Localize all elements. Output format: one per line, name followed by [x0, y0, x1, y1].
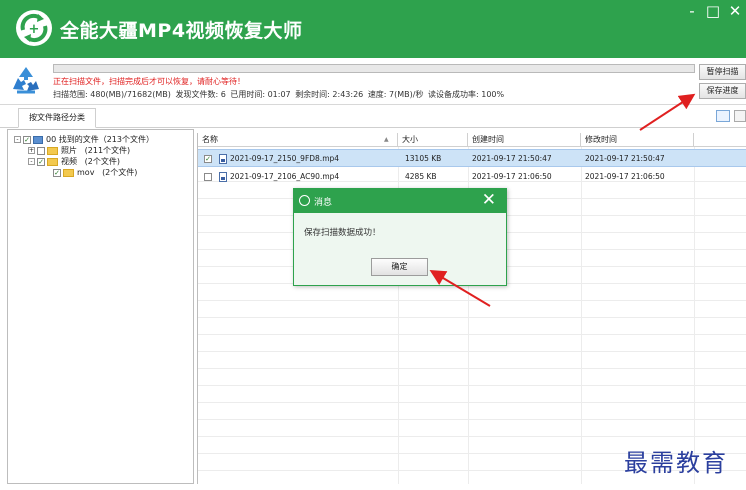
read-success-rate: 读设备成功率: 100%	[428, 90, 505, 99]
info-icon	[299, 195, 310, 206]
scan-stats: 扫描范围: 480(MB)/71682(MB) 发现文件数: 6 已用时间: 0…	[53, 89, 506, 100]
file-name: 2021-09-17_2106_AC90.mp4	[230, 172, 340, 181]
row-checkbox-cell[interactable]: ✓	[204, 150, 214, 168]
grid-line	[198, 284, 746, 301]
dialog-header: 消息 ✕	[294, 189, 506, 213]
column-name[interactable]: 名称	[198, 133, 398, 147]
collapse-icon[interactable]: -	[14, 136, 21, 143]
remaining-time: 剩余时间: 2:43:26	[295, 90, 364, 99]
app-title: 全能大疆MP4视频恢复大师	[60, 20, 303, 42]
expand-icon[interactable]: +	[28, 147, 35, 154]
file-modified: 2021-09-17 21:06:50	[585, 172, 665, 181]
app-window: + 全能大疆MP4视频恢复大师 - □ ✕ 正在扫描文件，扫描完成后才可以恢复，…	[0, 0, 746, 490]
tree-item-mov[interactable]: ✓ mov (2个文件)	[53, 167, 137, 178]
column-created[interactable]: 创建时间	[468, 133, 581, 147]
scan-range: 扫描范围: 480(MB)/71682(MB)	[53, 90, 171, 99]
tab-bar: 按文件路径分类	[0, 106, 746, 128]
collapse-icon[interactable]: -	[28, 158, 35, 165]
grid-line	[198, 420, 746, 437]
dialog-body: 保存扫描数据成功！ 确定	[294, 213, 506, 285]
list-view-icon[interactable]	[716, 110, 730, 122]
tree-root[interactable]: - ✓ 00 找到的文件（213个文件）	[14, 134, 154, 145]
table-row[interactable]: 2021-09-17_2106_AC90.mp4 4285 KB 2021-09…	[198, 168, 746, 186]
tree-item-count: (2个文件)	[102, 168, 138, 177]
column-size[interactable]: 大小	[398, 133, 468, 147]
sort-icon: ▲	[384, 136, 389, 143]
table-row[interactable]: ✓ 2021-09-17_2150_9FD8.mp4 13105 KB 2021…	[198, 149, 746, 167]
tree-item-count: (211个文件)	[84, 146, 131, 155]
file-name: 2021-09-17_2150_9FD8.mp4	[230, 154, 340, 163]
file-size: 4285 KB	[405, 172, 437, 181]
dialog-title: 消息	[314, 198, 333, 208]
folder-icon	[47, 157, 58, 166]
message-dialog: 消息 ✕ 保存扫描数据成功！ 确定	[293, 188, 507, 286]
grid-line	[198, 403, 746, 420]
grid-column-line	[694, 147, 695, 484]
tab-by-file-path[interactable]: 按文件路径分类	[18, 108, 96, 128]
tree-item-label: mov	[77, 168, 95, 177]
tree-checkbox[interactable]: ✓	[37, 157, 45, 166]
file-tree: - ✓ 00 找到的文件（213个文件） + 照片 (211个文件) - ✓ 视频 (2个…	[7, 129, 194, 484]
found-files: 发现文件数: 6	[175, 90, 226, 99]
file-table: 名称 ▲ 大小 创建时间 修改时间 ✓ 2021-09-17_2150_9FD8…	[197, 133, 746, 484]
table-header: 名称 ▲ 大小 创建时间 修改时间	[198, 133, 746, 147]
file-modified: 2021-09-17 21:50:47	[585, 154, 665, 163]
dialog-ok-button[interactable]: 确定	[371, 258, 428, 276]
close-button[interactable]: ✕	[727, 3, 743, 19]
computer-icon	[33, 135, 43, 144]
svg-text:+: +	[29, 22, 40, 37]
folder-icon	[63, 168, 74, 177]
tree-checkbox[interactable]: ✓	[23, 135, 31, 144]
grid-line	[198, 335, 746, 352]
scan-status-panel: 正在扫描文件，扫描完成后才可以恢复，请耐心等待！ 扫描范围: 480(MB)/7…	[0, 58, 746, 105]
column-modified[interactable]: 修改时间	[581, 133, 694, 147]
pause-scan-button[interactable]: 暂停扫描	[699, 64, 746, 80]
row-checkbox-cell[interactable]	[204, 168, 214, 186]
app-logo-icon: +	[16, 10, 52, 46]
tree-item-label: 视频	[61, 157, 77, 166]
grid-line	[198, 352, 746, 369]
row-checkbox[interactable]	[204, 173, 212, 181]
tree-item-photos[interactable]: + 照片 (211个文件)	[28, 145, 130, 156]
tree-checkbox[interactable]	[37, 146, 45, 155]
folder-icon	[47, 146, 58, 155]
file-created: 2021-09-17 21:50:47	[472, 154, 552, 163]
tree-checkbox[interactable]: ✓	[53, 168, 61, 177]
maximize-button[interactable]: □	[705, 3, 721, 19]
detail-view-icon[interactable]	[734, 110, 746, 122]
tree-item-label: 照片	[61, 146, 77, 155]
elapsed-time: 已用时间: 01:07	[230, 90, 291, 99]
tree-item-count: (2个文件)	[84, 157, 120, 166]
minimize-button[interactable]: -	[684, 3, 700, 19]
tree-root-label: 00 找到的文件（213个文件）	[46, 135, 154, 144]
grid-line	[198, 369, 746, 386]
dialog-close-button[interactable]: ✕	[482, 191, 496, 209]
grid-line	[198, 301, 746, 318]
row-checkbox[interactable]: ✓	[204, 155, 212, 163]
title-bar: + 全能大疆MP4视频恢复大师 - □ ✕	[0, 0, 746, 58]
grid-column-line	[581, 147, 582, 484]
scan-progress-bar	[53, 64, 695, 73]
file-created: 2021-09-17 21:06:50	[472, 172, 552, 181]
grid-line	[198, 386, 746, 403]
video-file-icon	[219, 154, 227, 164]
file-size: 13105 KB	[405, 154, 442, 163]
scan-message: 正在扫描文件，扫描完成后才可以恢复，请耐心等待！	[53, 77, 245, 86]
tree-item-videos[interactable]: - ✓ 视频 (2个文件)	[28, 156, 120, 167]
file-name-cell: 2021-09-17_2106_AC90.mp4	[219, 168, 339, 186]
save-progress-button[interactable]: 保存进度	[699, 83, 746, 99]
recycle-icon	[13, 67, 39, 94]
grid-line	[198, 318, 746, 335]
watermark: 最需教育	[624, 449, 728, 477]
scan-speed: 速度: 7(MB)/秒	[367, 90, 424, 99]
dialog-message: 保存扫描数据成功！	[304, 228, 381, 238]
video-file-icon	[219, 172, 227, 182]
file-name-cell: 2021-09-17_2150_9FD8.mp4	[219, 150, 339, 168]
